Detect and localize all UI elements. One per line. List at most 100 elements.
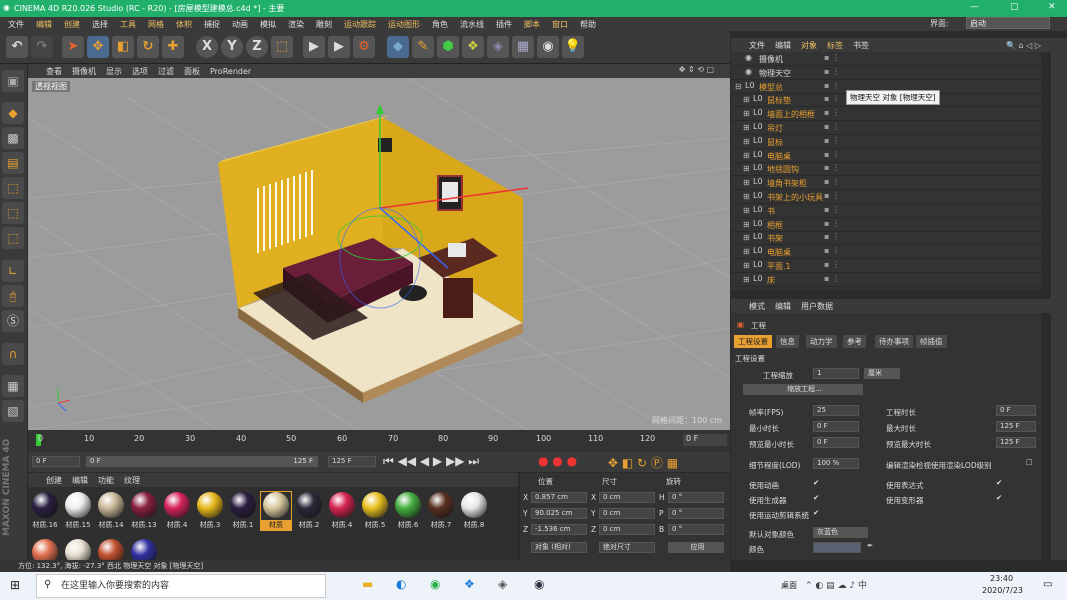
- expand-icon[interactable]: ⊞: [743, 95, 750, 104]
- visibility-dots[interactable]: ▪ ⋮: [824, 232, 840, 241]
- visibility-dots[interactable]: ▪ ⋮: [824, 136, 840, 145]
- floor-icon[interactable]: ▦: [512, 36, 534, 58]
- tray-icons[interactable]: ⌃ ◐ ▤ ☁ ♪ 中: [805, 578, 867, 591]
- close-button[interactable]: ✕: [1048, 2, 1056, 12]
- expand-icon[interactable]: ⊟: [735, 82, 742, 91]
- expand-icon[interactable]: ⊞: [743, 137, 750, 146]
- visibility-dots[interactable]: ▪ ⋮: [824, 246, 840, 255]
- material-swatch[interactable]: 材质.7: [426, 492, 456, 530]
- menu-create[interactable]: 创建: [64, 19, 80, 30]
- tab-project-settings[interactable]: 工程设置: [734, 335, 772, 348]
- expand-icon[interactable]: ⊞: [743, 261, 750, 270]
- visibility-dots[interactable]: ▪ ⋮: [824, 177, 840, 186]
- object-row[interactable]: ⊞ L0 墙角书架柜 ▪ ⋮: [731, 176, 1041, 191]
- tab-interpolation[interactable]: 帧插值: [916, 335, 947, 348]
- notification-icon[interactable]: ▭: [1043, 579, 1052, 590]
- att-menu-userdata[interactable]: 用户数据: [801, 301, 833, 312]
- visibility-dots[interactable]: ▪ ⋮: [824, 219, 840, 228]
- start-frame-field[interactable]: 0 F: [32, 456, 80, 467]
- preview-max-field[interactable]: 125 F: [996, 437, 1036, 448]
- object-row[interactable]: ⊞ L0 吊灯 ▪ ⋮: [731, 121, 1041, 135]
- render-picture-viewer-icon[interactable]: ▶: [328, 36, 350, 58]
- axis-mode-icon[interactable]: ∟: [2, 260, 24, 282]
- material-swatch[interactable]: 材质.3: [195, 492, 225, 530]
- y-axis-icon[interactable]: Y: [221, 36, 243, 58]
- cube-icon[interactable]: ◆: [387, 36, 409, 58]
- use-generators-checkbox[interactable]: ✔: [813, 493, 819, 502]
- viewport-3d[interactable]: 透视视图 网格间距：100 cm: [28, 78, 730, 430]
- menu-file[interactable]: 文件: [8, 19, 24, 30]
- expand-icon[interactable]: ⊞: [743, 192, 750, 201]
- visibility-dots[interactable]: ▪ ⋮: [824, 81, 840, 90]
- material-swatch[interactable]: 材质.8: [459, 492, 489, 530]
- coordinate-system-icon[interactable]: ⬚: [271, 36, 293, 58]
- visibility-dots[interactable]: ▪ ⋮: [824, 67, 840, 76]
- size-y-field[interactable]: 0 cm: [599, 508, 655, 519]
- menu-window[interactable]: 窗口: [552, 19, 568, 30]
- tab-info[interactable]: 信息: [776, 335, 799, 348]
- menu-pipeline[interactable]: 流水线: [460, 19, 484, 30]
- menu-character[interactable]: 角色: [432, 19, 448, 30]
- subdivision-icon[interactable]: ⬢: [437, 36, 459, 58]
- scale-icon[interactable]: ◧: [112, 36, 134, 58]
- menu-plugins[interactable]: 插件: [496, 19, 512, 30]
- material-swatch[interactable]: 材质.2: [294, 492, 324, 530]
- visibility-dots[interactable]: ▪ ⋮: [824, 260, 840, 269]
- app-blue-icon[interactable]: ❖: [464, 577, 475, 591]
- camera-icon[interactable]: ◉: [537, 36, 559, 58]
- viewport-menu-prorender[interactable]: ProRender: [210, 67, 251, 76]
- mat-menu-function[interactable]: 功能: [98, 475, 114, 486]
- visibility-dots[interactable]: ▪ ⋮: [824, 191, 840, 200]
- viewport-menu-filter[interactable]: 过滤: [158, 66, 174, 77]
- recent-tool-icon[interactable]: ✚: [162, 36, 184, 58]
- expand-icon[interactable]: ⊞: [743, 275, 750, 284]
- record-icons[interactable]: ● ● ●: [538, 454, 577, 468]
- menu-snap[interactable]: 捕捉: [204, 19, 220, 30]
- size-z-field[interactable]: 0 cm: [599, 524, 655, 535]
- object-row[interactable]: ◉ 物理天空 ▪ ⋮: [731, 66, 1041, 80]
- grid-icon[interactable]: ▦: [2, 375, 24, 397]
- expand-icon[interactable]: ⊞: [743, 178, 750, 187]
- expand-icon[interactable]: ⊞: [743, 123, 750, 132]
- app-green-icon[interactable]: ◉: [430, 577, 440, 591]
- mat-menu-edit[interactable]: 编辑: [72, 475, 88, 486]
- om-menu-file[interactable]: 文件: [749, 40, 765, 51]
- visibility-dots[interactable]: ▪ ⋮: [824, 53, 840, 62]
- make-editable-icon[interactable]: ▣: [2, 70, 24, 92]
- om-menu-tags[interactable]: 标签: [827, 40, 843, 51]
- material-swatch[interactable]: 材质.4: [162, 492, 192, 530]
- default-color-select[interactable]: 灰蓝色: [813, 527, 868, 538]
- color-swatch[interactable]: [813, 542, 861, 553]
- rotation-p-field[interactable]: 0 °: [668, 508, 724, 519]
- use-animation-checkbox[interactable]: ✔: [813, 478, 819, 487]
- object-row[interactable]: ◉ 摄像机 ▪ ⋮: [731, 52, 1041, 66]
- visibility-dots[interactable]: ▪ ⋮: [824, 274, 840, 283]
- app-gray-icon[interactable]: ◈: [498, 577, 507, 591]
- coordinate-mode-select[interactable]: 对象 (相对): [531, 542, 587, 553]
- object-row[interactable]: ⊞ L0 书架 ▪ ⋮: [731, 231, 1041, 246]
- render-settings-icon[interactable]: ⚙: [353, 36, 375, 58]
- deformer-icon[interactable]: ◈: [487, 36, 509, 58]
- object-row[interactable]: ⊞ L0 书架上的小玩具 ▪ ⋮: [731, 190, 1041, 204]
- material-swatch[interactable]: 材质.16: [30, 492, 60, 530]
- project-time-field[interactable]: 0 F: [996, 405, 1036, 416]
- file-explorer-icon[interactable]: ▬: [362, 577, 373, 591]
- menu-mograph[interactable]: 运动图形: [388, 19, 420, 30]
- max-time-field[interactable]: 125 F: [996, 421, 1036, 432]
- viewport-menu-panel[interactable]: 面板: [184, 66, 200, 77]
- menu-mesh[interactable]: 网格: [148, 19, 164, 30]
- object-row[interactable]: ⊞ L0 电脑桌 ▪ ⋮: [731, 245, 1041, 260]
- rotate-icon[interactable]: ↻: [137, 36, 159, 58]
- att-menu-mode[interactable]: 模式: [749, 301, 765, 312]
- expand-icon[interactable]: ⊞: [743, 164, 750, 173]
- fps-field[interactable]: 25: [813, 405, 859, 416]
- frame-range-slider[interactable]: 0 F 125 F: [86, 456, 318, 467]
- minimize-button[interactable]: —: [970, 2, 979, 12]
- end-frame-field[interactable]: 125 F: [328, 456, 376, 467]
- rotation-h-field[interactable]: 0 °: [668, 492, 724, 503]
- position-y-field[interactable]: 90.025 cm: [531, 508, 587, 519]
- material-swatch[interactable]: 材质.15: [63, 492, 93, 530]
- size-x-field[interactable]: 0 cm: [599, 492, 655, 503]
- om-menu-objects[interactable]: 对象: [801, 40, 817, 51]
- menu-render[interactable]: 渲染: [288, 19, 304, 30]
